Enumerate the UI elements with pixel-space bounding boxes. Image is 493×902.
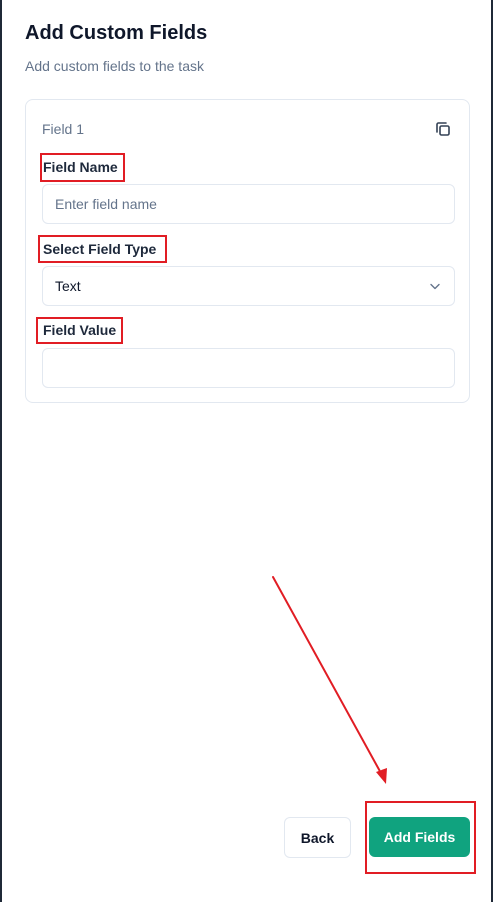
field-type-select[interactable]: Text [42,266,455,306]
annotation-box-field-type [38,235,167,263]
page-subtitle: Add custom fields to the task [25,58,204,74]
copy-icon [436,122,450,136]
annotation-box-field-value [36,317,123,344]
annotation-box-field-name [40,153,125,182]
duplicate-field-button[interactable] [433,119,453,139]
page-title: Add Custom Fields [25,22,208,44]
field-name-input[interactable] [42,184,455,224]
field-value-input[interactable] [42,348,455,388]
card-title: Field 1 [42,121,85,137]
field-type-selected-value: Text [55,278,81,294]
chevron-down-icon [430,283,440,290]
back-button[interactable]: Back [284,817,351,858]
window-left-border [0,0,2,902]
add-fields-button[interactable]: Add Fields [369,817,470,857]
